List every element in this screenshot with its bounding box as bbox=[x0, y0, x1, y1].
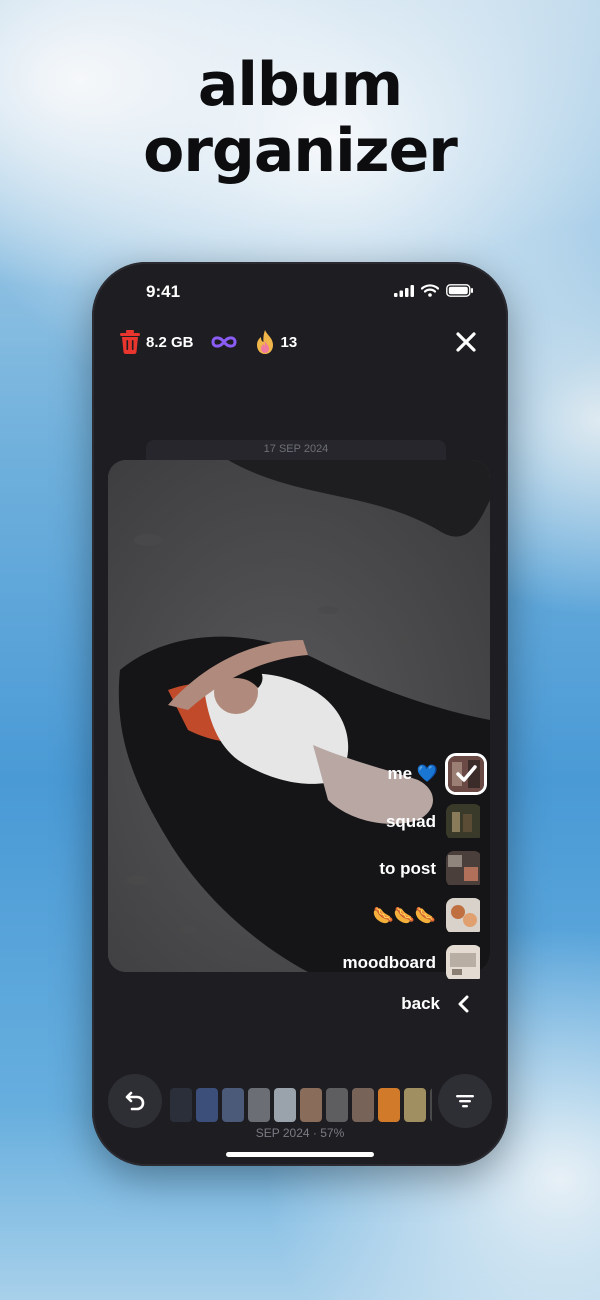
photo-date: 17 SEP 2024 bbox=[146, 440, 446, 460]
album-label: me 💙 bbox=[387, 764, 438, 783]
strip-thumb[interactable] bbox=[170, 1088, 192, 1122]
trash-icon bbox=[120, 330, 140, 354]
close-icon bbox=[456, 332, 476, 352]
album-label: squad bbox=[385, 812, 436, 831]
checkmark-icon bbox=[456, 765, 477, 782]
close-button[interactable] bbox=[452, 328, 480, 356]
strip-thumb[interactable] bbox=[196, 1088, 218, 1122]
thumbnail-strip[interactable] bbox=[170, 1088, 432, 1122]
headline: album organizer bbox=[0, 52, 600, 184]
filter-icon bbox=[456, 1095, 474, 1108]
album-label: moodboard bbox=[342, 953, 437, 972]
album-thumb bbox=[446, 851, 482, 887]
streak-stat[interactable]: 13 bbox=[254, 329, 298, 355]
strip-thumb[interactable] bbox=[300, 1088, 322, 1122]
album-row-hotdogs[interactable]: 🌭🌭🌭 bbox=[372, 896, 482, 936]
album-row-squad[interactable]: squad bbox=[386, 802, 482, 842]
home-indicator bbox=[226, 1152, 374, 1157]
status-icons bbox=[394, 284, 474, 297]
album-thumb bbox=[448, 756, 484, 792]
album-thumb bbox=[446, 804, 482, 840]
filter-button[interactable] bbox=[438, 1074, 492, 1128]
back-button[interactable]: back bbox=[401, 994, 470, 1014]
phone-frame: 9:41 8.2 GB 13 17 SEP 2024 me 💙 squad to… bbox=[92, 262, 508, 1166]
status-time: 9:41 bbox=[146, 282, 181, 301]
top-bar: 8.2 GB 13 bbox=[120, 328, 480, 356]
strip-thumb[interactable] bbox=[222, 1088, 244, 1122]
headline-line-1: album bbox=[197, 50, 403, 120]
bottom-bar bbox=[108, 1074, 492, 1128]
album-label: 🌭🌭🌭 bbox=[372, 906, 436, 925]
strip-thumb[interactable] bbox=[274, 1088, 296, 1122]
undo-icon bbox=[125, 1091, 145, 1111]
infinity-stat[interactable] bbox=[210, 335, 238, 349]
strip-thumb[interactable] bbox=[326, 1088, 348, 1122]
trash-size: 8.2 GB bbox=[146, 333, 194, 351]
strip-thumb[interactable] bbox=[430, 1088, 432, 1122]
album-thumb bbox=[446, 945, 482, 981]
strip-thumb[interactable] bbox=[378, 1088, 400, 1122]
battery-icon bbox=[446, 284, 473, 297]
signal-icon bbox=[394, 284, 414, 297]
album-row-moodboard[interactable]: moodboard bbox=[343, 943, 483, 983]
undo-button[interactable] bbox=[108, 1074, 162, 1128]
album-label: to post bbox=[379, 859, 436, 878]
headline-line-2: organizer bbox=[143, 116, 458, 186]
progress-label: SEP 2024 · 57% bbox=[255, 1126, 345, 1140]
infinity-icon bbox=[211, 336, 237, 348]
streak-count: 13 bbox=[280, 333, 298, 351]
album-row-me[interactable]: me 💙 bbox=[388, 754, 484, 794]
chevron-left-icon bbox=[458, 995, 469, 1013]
strip-thumb[interactable] bbox=[248, 1088, 270, 1122]
trash-stat[interactable]: 8.2 GB bbox=[120, 330, 194, 354]
flame-icon bbox=[256, 330, 273, 354]
strip-thumb[interactable] bbox=[352, 1088, 374, 1122]
strip-thumb[interactable] bbox=[404, 1088, 426, 1122]
wifi-icon bbox=[421, 284, 439, 297]
album-thumb bbox=[446, 898, 482, 934]
album-row-to-post[interactable]: to post bbox=[379, 849, 482, 889]
back-label: back bbox=[401, 994, 440, 1013]
